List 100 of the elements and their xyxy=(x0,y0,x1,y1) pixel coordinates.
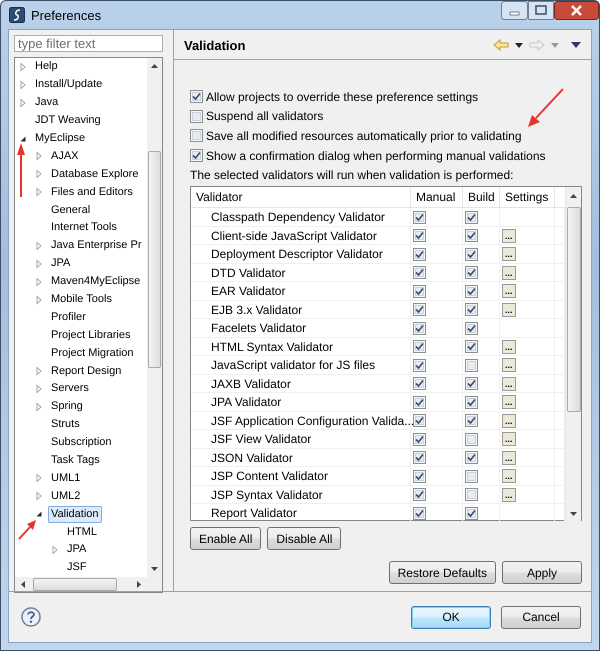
restore-defaults-button[interactable]: Restore Defaults xyxy=(388,561,496,584)
build-checkbox[interactable] xyxy=(465,432,478,446)
tree-item[interactable]: Profiler xyxy=(48,308,89,326)
tree-item[interactable]: HTML xyxy=(64,524,100,541)
manual-checkbox[interactable] xyxy=(413,432,426,446)
ok-button[interactable]: OK xyxy=(411,606,491,628)
maximize-button[interactable] xyxy=(528,1,554,20)
manual-checkbox[interactable] xyxy=(413,248,426,261)
settings-button[interactable]: ... xyxy=(502,340,516,354)
checkbox[interactable] xyxy=(190,90,203,104)
build-checkbox[interactable] xyxy=(465,451,478,464)
manual-checkbox[interactable] xyxy=(413,414,426,428)
tree-item[interactable]: MyEclipse xyxy=(32,130,88,147)
apply-button[interactable]: Apply xyxy=(502,561,582,584)
caret-icon[interactable] xyxy=(515,42,523,48)
build-checkbox[interactable] xyxy=(465,340,478,354)
manual-checkbox[interactable] xyxy=(413,358,426,372)
tree-item[interactable]: Report Design xyxy=(48,362,124,380)
horizontal-scrollbar[interactable] xyxy=(15,577,147,592)
tree-item[interactable]: Internet Tools xyxy=(48,219,120,236)
tree-item[interactable]: Files and Editors xyxy=(48,184,136,201)
tree-item[interactable]: Install/Update xyxy=(32,76,106,94)
column-header[interactable]: Validator xyxy=(191,187,411,208)
tree-item[interactable]: JPA xyxy=(64,541,90,558)
manual-checkbox[interactable] xyxy=(413,210,426,224)
build-checkbox[interactable] xyxy=(465,358,478,372)
build-checkbox[interactable] xyxy=(465,210,478,224)
tree-item[interactable]: JPA xyxy=(48,255,74,272)
manual-checkbox[interactable] xyxy=(413,396,426,409)
tree-item[interactable]: Project Libraries xyxy=(48,326,134,344)
tree-item[interactable]: Java xyxy=(32,94,62,112)
tree-item[interactable]: Struts xyxy=(48,416,83,434)
manual-checkbox[interactable] xyxy=(413,470,426,483)
expanded-icon[interactable] xyxy=(34,509,44,520)
build-checkbox[interactable] xyxy=(465,377,478,390)
scroll-left-icon[interactable] xyxy=(21,581,25,588)
close-button[interactable] xyxy=(554,1,599,20)
tree-item[interactable]: UML2 xyxy=(48,488,84,505)
scroll-right-icon[interactable] xyxy=(137,581,141,588)
settings-button[interactable]: ... xyxy=(502,469,516,484)
build-checkbox[interactable] xyxy=(465,396,478,409)
manual-checkbox[interactable] xyxy=(413,377,426,390)
column-header[interactable]: Manual xyxy=(411,187,463,208)
build-checkbox[interactable] xyxy=(465,284,478,298)
tree-item[interactable]: Mobile Tools xyxy=(48,291,115,308)
filter-field[interactable]: type filter text xyxy=(14,35,163,52)
tree-item[interactable]: Task Tags xyxy=(48,452,103,470)
build-checkbox[interactable] xyxy=(465,266,478,280)
settings-button[interactable]: ... xyxy=(502,284,516,298)
settings-button[interactable]: ... xyxy=(502,247,516,262)
build-checkbox[interactable] xyxy=(465,470,478,483)
manual-checkbox[interactable] xyxy=(413,284,426,298)
scroll-down-icon[interactable] xyxy=(151,567,158,571)
column-header[interactable]: Build xyxy=(463,187,500,208)
tree-item[interactable]: JSF xyxy=(64,559,90,576)
build-checkbox[interactable] xyxy=(465,322,478,335)
tree-item[interactable]: Java Enterprise Pr xyxy=(48,237,144,254)
manual-checkbox[interactable] xyxy=(413,266,426,280)
scroll-down-icon[interactable] xyxy=(570,512,577,516)
tree-item[interactable]: Servers xyxy=(48,380,92,398)
tree-item[interactable]: Project Migration xyxy=(48,344,137,362)
tree-item[interactable]: Help xyxy=(32,58,61,76)
tree-item[interactable]: Maven4MyEclipse xyxy=(48,273,144,290)
manual-checkbox[interactable] xyxy=(413,229,426,242)
tree-item[interactable]: AJAX xyxy=(48,148,82,165)
tree-item[interactable]: Subscription xyxy=(48,434,115,452)
checkbox[interactable] xyxy=(190,110,203,123)
manual-checkbox[interactable] xyxy=(413,488,426,502)
vertical-scrollbar[interactable] xyxy=(147,58,162,577)
settings-button[interactable]: ... xyxy=(502,432,516,446)
tree-item[interactable]: Database Explore xyxy=(48,166,142,183)
enable-all-button[interactable]: Enable All xyxy=(190,527,262,550)
settings-button[interactable]: ... xyxy=(502,302,516,317)
settings-button[interactable]: ... xyxy=(502,358,516,372)
build-checkbox[interactable] xyxy=(465,303,478,316)
checkbox[interactable] xyxy=(190,149,203,162)
tree-item[interactable]: Validation xyxy=(48,506,102,523)
checkbox[interactable] xyxy=(190,129,203,142)
settings-button[interactable]: ... xyxy=(502,266,516,280)
build-checkbox[interactable] xyxy=(465,229,478,242)
manual-checkbox[interactable] xyxy=(413,322,426,335)
disable-all-button[interactable]: Disable All xyxy=(267,527,342,550)
settings-button[interactable]: ... xyxy=(502,488,516,502)
minimize-button[interactable] xyxy=(501,1,528,20)
build-checkbox[interactable] xyxy=(465,414,478,428)
scroll-up-icon[interactable] xyxy=(570,194,577,198)
manual-checkbox[interactable] xyxy=(413,303,426,316)
settings-button[interactable]: ... xyxy=(502,395,516,410)
build-checkbox[interactable] xyxy=(465,488,478,502)
manual-checkbox[interactable] xyxy=(413,506,426,520)
tree-item[interactable]: JDT Weaving xyxy=(32,112,104,130)
settings-button[interactable]: ... xyxy=(502,228,516,243)
settings-button[interactable]: ... xyxy=(502,450,516,465)
menu-caret-icon[interactable] xyxy=(571,42,581,48)
manual-checkbox[interactable] xyxy=(413,451,426,464)
cancel-button[interactable]: Cancel xyxy=(501,606,581,628)
manual-checkbox[interactable] xyxy=(413,340,426,354)
build-checkbox[interactable] xyxy=(465,248,478,261)
help-icon[interactable] xyxy=(21,607,41,627)
tree-item[interactable]: Spring xyxy=(48,398,86,416)
